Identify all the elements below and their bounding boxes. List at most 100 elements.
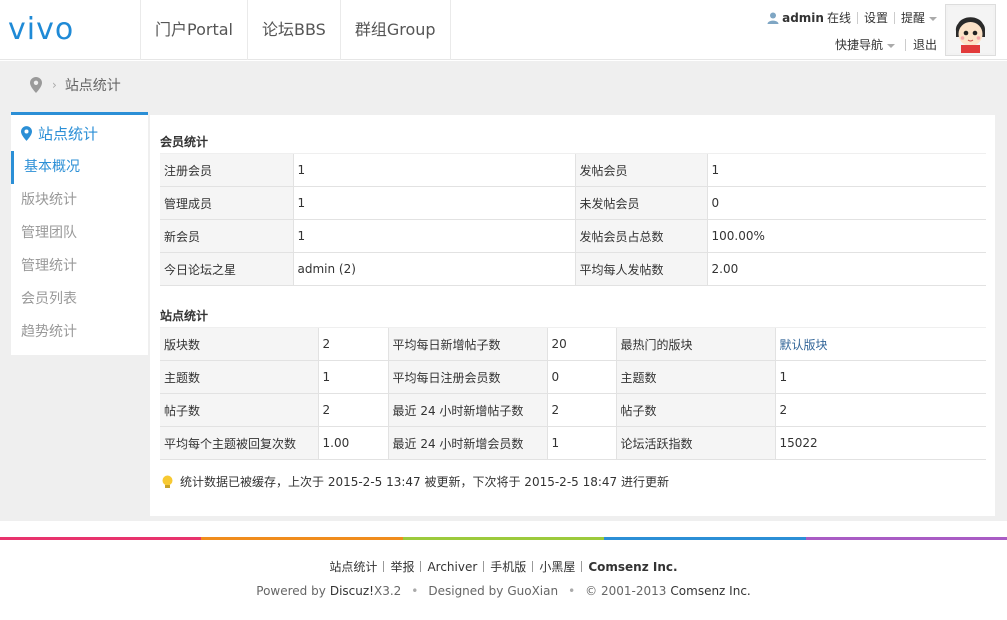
stat-value: 0 [706,186,986,220]
table-row: 版块数 2 平均每日新增帖子数 20 最热门的版块 默认版块 [160,327,986,361]
top-header: vivo 门户Portal 论坛BBS 群组Group admin 在线 设置 … [0,0,1007,60]
divider [383,561,385,572]
stat-label: 最近 24 小时新增会员数 [387,426,547,460]
powered-by-label: Powered by [256,584,326,598]
stat-label: 平均每日注册会员数 [387,360,547,394]
footer-link-stats[interactable]: 站点统计 [329,558,377,575]
user-bar: admin 在线 设置 提醒 [767,9,937,26]
stat-value: 2 [774,393,986,427]
vivo-logo[interactable]: vivo [8,16,108,44]
stat-label: 版块数 [160,327,318,361]
stat-label: 未发帖会员 [574,186,707,220]
divider [856,11,858,24]
stat-label: 帖子数 [160,393,318,427]
stat-value: 2 [546,393,616,427]
powered-by-version: X3.2 [373,584,402,598]
footer-link-comsenz[interactable]: Comsenz Inc. [588,560,677,574]
lightbulb-icon [162,475,173,488]
stat-value: 1 [292,186,575,220]
stat-label: 发帖会员 [574,153,707,187]
stat-value: 2.00 [706,252,986,286]
divider [483,561,485,572]
color-segment [402,537,605,540]
location-pin-icon[interactable] [30,77,42,93]
stat-value: 20 [546,327,616,361]
stat-label: 发帖会员占总数 [574,219,707,253]
stat-value: 1 [292,219,575,253]
username-link[interactable]: admin [782,11,824,25]
sidebar-item-forum-stats[interactable]: 版块统计 [11,184,148,217]
divider [581,561,583,572]
color-divider [0,537,1007,540]
stat-label: 平均每个主题被回复次数 [160,426,318,460]
location-pin-icon [21,125,32,141]
member-stats-title: 会员统计 [160,135,209,149]
member-stats-table: 注册会员 1 发帖会员 1 管理成员 1 未发帖会员 0 新会员 1 发帖会员占总数 100.00% 今… [160,153,986,286]
footer-link-mobile[interactable]: 手机版 [490,558,526,575]
stat-label: 最近 24 小时新增帖子数 [387,393,547,427]
main-nav: 门户Portal 论坛BBS 群组Group [140,0,451,60]
color-segment [805,537,1007,540]
stat-value: 15022 [774,426,986,460]
avatar-image [948,7,993,53]
sidebar-item-trends[interactable]: 趋势统计 [11,316,148,349]
footer-link-report[interactable]: 举报 [390,558,414,575]
stat-label: 新会员 [160,219,293,253]
stat-value: 1 [317,360,388,394]
footer-link-blacklist[interactable]: 小黑屋 [539,558,575,575]
color-segment [0,537,202,540]
nav-group[interactable]: 群组Group [339,0,451,60]
divider [532,561,534,572]
alerts-label: 提醒 [900,11,925,25]
powered-by-link[interactable]: Discuz! [330,584,374,598]
copyright-label: © 2001-2013 [585,584,667,598]
stat-label: 帖子数 [615,393,775,427]
color-segment [201,537,403,540]
quick-nav-label: 快捷导航 [834,38,883,52]
site-stats-title: 站点统计 [160,309,209,323]
user-bar-secondary: 快捷导航 退出 [835,36,937,53]
sidebar-item-overview[interactable]: 基本概况 [11,151,148,184]
designed-by-link[interactable]: GuoXian [507,584,558,598]
divider [904,38,906,51]
online-status: 在线 [826,11,851,25]
svg-text:vivo: vivo [8,16,74,44]
footer-credit: Powered by Discuz! X3.2 • Designed by Gu… [0,584,1007,598]
divider [420,561,422,572]
chevron-down-icon [886,43,895,48]
footer-link-archiver[interactable]: Archiver [427,560,477,574]
stat-value: 1 [546,426,616,460]
breadcrumb-current: 站点统计 [64,78,121,94]
sidebar-title-label: 站点统计 [38,124,99,143]
logout-link[interactable]: 退出 [913,36,937,53]
stat-label: 论坛活跃指数 [615,426,775,460]
cache-note: 统计数据已被缓存，上次于 2015-2-5 13:47 被更新，下次将于 201… [161,473,669,490]
sidebar-item-admin-team[interactable]: 管理团队 [11,217,148,250]
table-row: 帖子数 2 最近 24 小时新增帖子数 2 帖子数 2 [160,393,986,427]
stat-label: 注册会员 [160,153,293,187]
quick-nav-menu[interactable]: 快捷导航 [835,36,895,53]
footer-links: 站点统计 举报 Archiver 手机版 小黑屋 Comsenz Inc. [0,558,1007,575]
hot-forum-link[interactable]: 默认版块 [780,338,828,352]
table-row: 新会员 1 发帖会员占总数 100.00% [160,219,986,253]
site-stats-table: 版块数 2 平均每日新增帖子数 20 最热门的版块 默认版块 主题数 1 平均每日注册会员数 0 主… [160,327,986,460]
sidebar-item-member-list[interactable]: 会员列表 [11,283,148,316]
sidebar-item-admin-stats[interactable]: 管理统计 [11,250,148,283]
alerts-menu[interactable]: 提醒 [901,9,937,26]
nav-bbs[interactable]: 论坛BBS [246,0,340,60]
divider [893,11,895,24]
stat-value: 1 [292,153,575,187]
stat-label: 平均每人发帖数 [574,252,707,286]
breadcrumb-separator-icon: › [52,78,57,92]
copyright-link[interactable]: Comsenz Inc. [670,584,750,598]
stat-label: 平均每日新增帖子数 [387,327,547,361]
designed-by-label: Designed by [428,584,504,598]
avatar[interactable] [945,4,996,56]
breadcrumb: › 站点统计 [30,75,121,95]
stat-label: 主题数 [160,360,318,394]
cache-note-text: 统计数据已被缓存，上次于 2015-2-5 13:47 被更新，下次将于 201… [180,475,669,489]
settings-link[interactable]: 设置 [864,9,888,26]
stat-value: 1 [774,360,986,394]
nav-portal[interactable]: 门户Portal [140,0,247,60]
bullet-dot: • [568,584,576,598]
